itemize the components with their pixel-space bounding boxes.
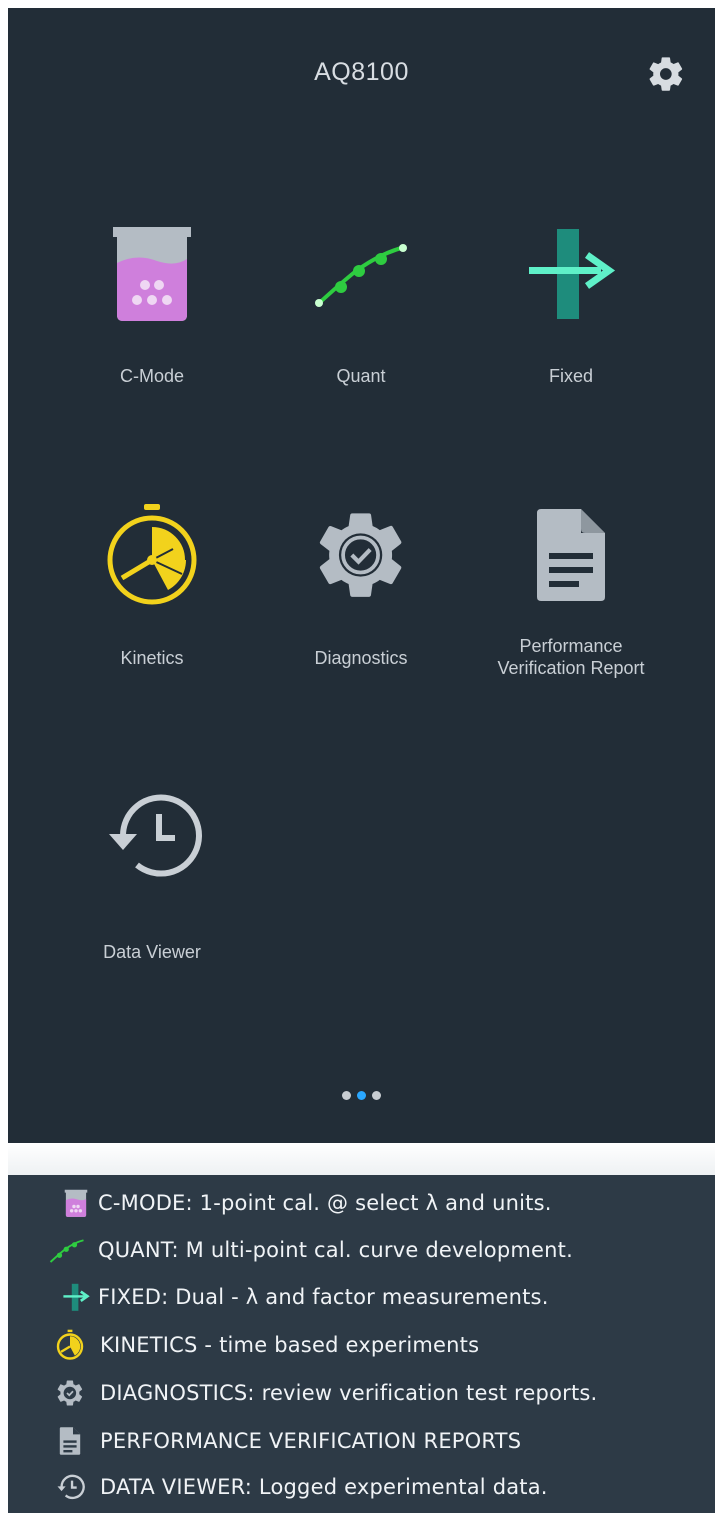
legend-item-diagnostics: DIAGNOSTICS: review verification test re… — [8, 1369, 715, 1417]
legend-item-quant: QUANT: M ulti-point cal. curve developme… — [8, 1226, 715, 1274]
legend-text: DATA VIEWER: Logged experimental data. — [100, 1475, 548, 1499]
document-icon — [40, 1421, 100, 1461]
tile-data-viewer[interactable]: Data Viewer — [47, 776, 257, 1006]
tile-label: Performance Verification Report — [497, 636, 645, 678]
legend-item-c-mode: C-MODE: 1-point cal. @ select λ and unit… — [8, 1179, 715, 1227]
tile-label: Quant — [336, 366, 386, 386]
tile-label: Data Viewer — [103, 942, 201, 962]
legend-item-kinetics: KINETICS - time based experiments — [8, 1321, 715, 1369]
calibration-curve-icon — [301, 213, 421, 333]
app-title: AQ8100 — [314, 58, 409, 86]
tile-label: C-Mode — [119, 366, 185, 386]
tile-c-mode[interactable]: C-Mode — [47, 213, 257, 443]
legend-text: FIXED: Dual - λ and factor measurements. — [98, 1285, 549, 1309]
history-clock-icon — [92, 776, 212, 896]
fixed-wavelength-icon — [511, 213, 631, 333]
fixed-wavelength-icon — [54, 1277, 98, 1317]
app-launcher-screen: AQ8100 C-Mode Quant Fixed Kinetics Diagn… — [8, 8, 715, 1143]
page-dot[interactable] — [372, 1091, 381, 1100]
legend-text: QUANT: M ulti-point cal. curve developme… — [98, 1238, 573, 1262]
divider — [8, 1143, 715, 1175]
stopwatch-icon — [92, 495, 212, 615]
gear-icon — [649, 57, 683, 91]
page-dot[interactable] — [342, 1091, 351, 1100]
legend-item-performance-verification: PERFORMANCE VERIFICATION REPORTS — [8, 1417, 715, 1465]
tile-label: Diagnostics — [314, 648, 408, 668]
gear-check-icon — [40, 1373, 100, 1413]
stopwatch-icon — [40, 1325, 100, 1365]
gear-check-icon — [301, 495, 421, 615]
calibration-curve-icon — [36, 1230, 98, 1270]
legend-text: KINETICS - time based experiments — [100, 1333, 480, 1357]
beaker-icon — [92, 213, 212, 333]
legend-panel: C-MODE: 1-point cal. @ select λ and unit… — [8, 1175, 715, 1513]
tile-fixed[interactable]: Fixed — [466, 213, 676, 443]
tile-quant[interactable]: Quant — [256, 213, 466, 443]
legend-text: DIAGNOSTICS: review verification test re… — [100, 1381, 598, 1405]
page-indicator — [8, 1091, 715, 1100]
legend-text: C-MODE: 1-point cal. @ select λ and unit… — [98, 1191, 552, 1215]
tile-performance-verification-report[interactable]: Performance Verification Report — [466, 495, 676, 725]
document-icon — [511, 495, 631, 615]
beaker-icon — [54, 1183, 98, 1223]
history-clock-icon — [40, 1467, 100, 1507]
settings-button[interactable] — [644, 52, 688, 96]
page-dot-active[interactable] — [357, 1091, 366, 1100]
tile-diagnostics[interactable]: Diagnostics — [256, 495, 466, 725]
legend-item-fixed: FIXED: Dual - λ and factor measurements. — [8, 1273, 715, 1321]
legend-text: PERFORMANCE VERIFICATION REPORTS — [100, 1429, 522, 1453]
tile-label: Kinetics — [120, 648, 184, 668]
tile-label: Fixed — [548, 366, 593, 386]
legend-item-data-viewer: DATA VIEWER: Logged experimental data. — [8, 1463, 715, 1511]
tile-kinetics[interactable]: Kinetics — [47, 495, 257, 725]
